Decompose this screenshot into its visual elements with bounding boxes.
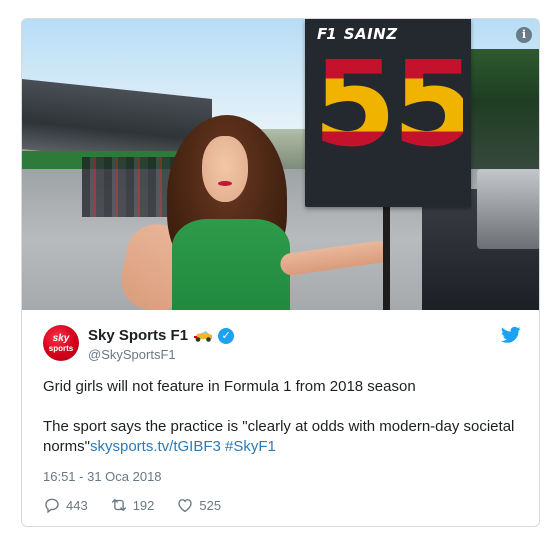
tweet-text-paragraph2: The sport says the practice is "clearly … (43, 417, 523, 457)
reply-icon (45, 498, 59, 514)
display-name[interactable]: Sky Sports F1 (88, 327, 188, 344)
retweet-count: 192 (132, 497, 155, 513)
tweet-timestamp[interactable]: 16:51 - 31 Oca 2018 (43, 469, 162, 484)
verified-badge-icon: ✓ (218, 327, 235, 344)
photo-woman-dress (172, 219, 290, 310)
retweet-icon (111, 499, 126, 511)
reply-action[interactable]: 443 (43, 496, 88, 514)
info-icon[interactable]: i (516, 27, 532, 43)
photo-woman-face (202, 136, 248, 202)
avatar[interactable]: sky sports (43, 325, 79, 361)
photo-car-part (477, 169, 539, 249)
tweet-link[interactable]: skysports.tv/tGIBF3 (90, 438, 221, 455)
avatar-text-sports: sports (48, 343, 74, 353)
f1-logo: F1 (317, 25, 337, 43)
tweet-hashtag[interactable]: #SkyF1 (225, 438, 276, 455)
car-emoji-icon (194, 330, 213, 342)
twitter-bird-icon[interactable] (501, 326, 521, 344)
tweet-actions: 443 192 525 (43, 496, 221, 514)
reply-count: 443 (66, 497, 88, 513)
tweet-text: Grid girls will not feature in Formula 1… (43, 377, 523, 457)
photo-woman-lips (218, 181, 232, 186)
embedded-tweet-card: F1 SAINZ 55 i sky sports Sky Sports F1 ✓… (21, 18, 540, 527)
like-action[interactable]: 525 (176, 496, 221, 514)
handle[interactable]: @SkySportsF1 (88, 347, 176, 362)
sign-driver-name: SAINZ (343, 25, 398, 43)
photo-grandstand-right (462, 49, 539, 179)
tweet-photo[interactable]: F1 SAINZ 55 i (22, 19, 539, 310)
like-icon (178, 499, 193, 513)
like-count: 525 (199, 497, 222, 513)
tweet-text-gap (43, 397, 523, 417)
sign-number: 55 (313, 59, 463, 165)
sign-pole (383, 197, 390, 310)
tweet-text-line1: Grid girls will not feature in Formula 1… (43, 378, 416, 395)
driver-number-sign: F1 SAINZ 55 (305, 19, 471, 207)
retweet-action[interactable]: 192 (110, 496, 155, 514)
author-name-row: Sky Sports F1 ✓ (88, 327, 235, 344)
sign-number-block: 55 (313, 59, 463, 191)
sign-header: F1 SAINZ (317, 23, 398, 45)
avatar-text-sky: sky (52, 332, 70, 344)
